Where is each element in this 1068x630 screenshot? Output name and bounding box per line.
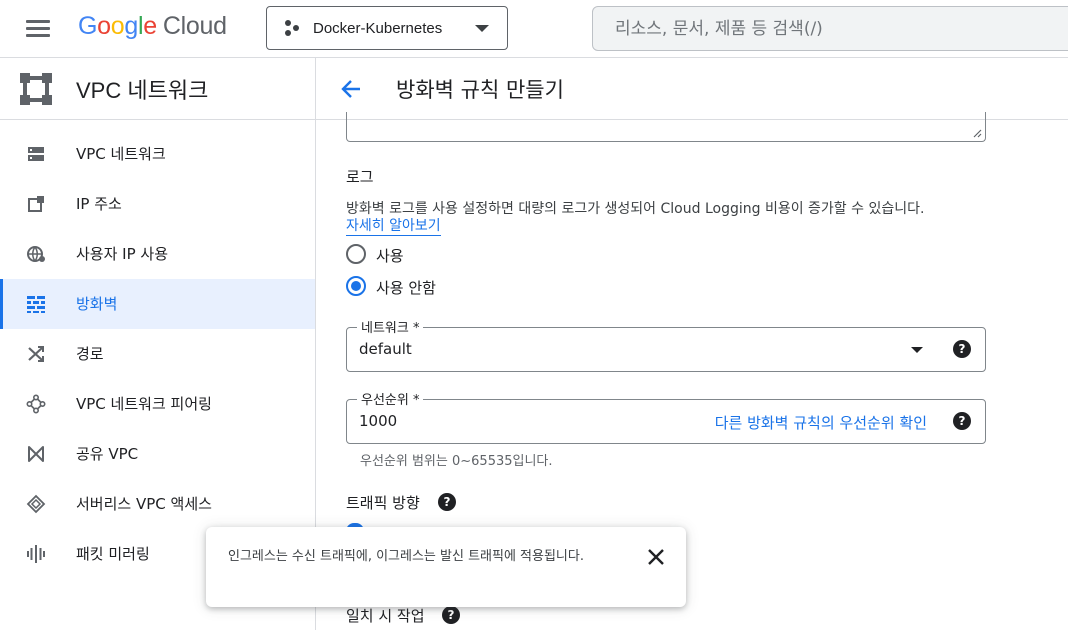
close-icon[interactable] [646, 547, 666, 567]
network-select[interactable]: 네트워크 * default ? [346, 317, 986, 372]
firewall-icon [27, 296, 45, 313]
sidebar-nav: VPC 네트워크 IP 주소 사용자 IP 사용 방화벽 경로 VPC 네트워크… [0, 120, 315, 579]
sidebar-item-vpc-network[interactable]: VPC 네트워크 [0, 129, 315, 179]
logs-on-radio[interactable] [346, 244, 366, 264]
page-title: 방화벽 규칙 만들기 [396, 78, 564, 102]
resize-grip-icon[interactable] [972, 128, 982, 138]
network-label: 네트워크 * [357, 317, 424, 336]
logo-letter: G [78, 12, 98, 40]
priority-label: 우선순위 * [357, 389, 424, 408]
project-name: Docker-Kubernetes [313, 19, 443, 37]
dropdown-arrow-icon [911, 347, 923, 353]
help-icon[interactable]: ? [953, 340, 971, 358]
sidebar-item-label: 패킷 미러링 [76, 545, 150, 563]
globe-icon [27, 246, 45, 262]
sidebar-item-label: 사용자 IP 사용 [76, 245, 169, 263]
help-icon[interactable]: ? [953, 412, 971, 430]
sidebar-item-label: 경로 [76, 345, 104, 363]
tooltip-message: 인그레스는 수신 트래픽에, 이그레스는 발신 트래픽에 적용됩니다. [228, 549, 584, 564]
logs-off-radio[interactable] [346, 276, 366, 296]
sidebar-item-label: VPC 네트워크 [76, 145, 166, 163]
learn-more-link[interactable]: 자세히 알아보기 [346, 218, 441, 236]
project-selector[interactable]: Docker-Kubernetes [266, 6, 508, 50]
packet-mirroring-icon [27, 545, 45, 563]
page-header: 방화벽 규칙 만들기 [316, 58, 1068, 120]
sidebar-item-label: IP 주소 [76, 195, 122, 213]
logo-suffix: Cloud [162, 12, 227, 40]
logs-description: 방화벽 로그를 사용 설정하면 대량의 로그가 생성되어 Cloud Loggi… [346, 201, 925, 217]
sidebar-header: VPC 네트워크 [0, 58, 315, 120]
logs-off-label: 사용 안함 [376, 279, 436, 297]
back-arrow-icon[interactable] [340, 78, 362, 100]
serverless-icon [26, 494, 46, 514]
project-icon [283, 18, 303, 38]
search-bar[interactable] [592, 6, 1068, 51]
tooltip-popup: 인그레스는 수신 트래픽에, 이그레스는 발신 트래픽에 적용됩니다. [206, 527, 686, 607]
menu-icon[interactable] [26, 18, 50, 38]
vpc-network-icon [28, 147, 44, 161]
sidebar-item-serverless-vpc-access[interactable]: 서버리스 VPC 액세스 [0, 479, 315, 529]
logo-letter: g [124, 12, 138, 40]
help-icon[interactable]: ? [442, 606, 460, 624]
routes-icon [28, 346, 44, 362]
search-input[interactable] [593, 7, 1068, 50]
chevron-down-icon [475, 25, 489, 32]
priority-field[interactable]: 우선순위 * 1000 다른 방화벽 규칙의 우선순위 확인 ? [346, 389, 986, 444]
sidebar-item-shared-vpc[interactable]: 공유 VPC [0, 429, 315, 479]
traffic-direction-heading: 트래픽 방향 [346, 494, 420, 512]
logo-letter: e [143, 12, 157, 40]
logo-letter: o [110, 12, 125, 40]
logo-letter: o [97, 12, 111, 40]
priority-value: 1000 [359, 412, 398, 430]
logs-on-label: 사용 [376, 247, 404, 265]
sidebar-item-label: 방화벽 [76, 295, 118, 313]
sidebar-item-label: 서버리스 VPC 액세스 [76, 495, 212, 513]
sidebar-item-routes[interactable]: 경로 [0, 329, 315, 379]
check-priority-link[interactable]: 다른 방화벽 규칙의 우선순위 확인 [715, 412, 927, 433]
top-bar: Google Cloud Docker-Kubernetes [0, 0, 1068, 58]
action-on-match-heading: 일치 시 작업 [346, 607, 425, 625]
sidebar-title: VPC 네트워크 [76, 77, 209, 103]
description-textarea[interactable] [346, 112, 986, 142]
help-icon[interactable]: ? [438, 493, 456, 511]
sidebar-item-ip-address[interactable]: IP 주소 [0, 179, 315, 229]
sidebar-item-label: VPC 네트워크 피어링 [76, 395, 212, 413]
sidebar-item-label: 공유 VPC [76, 445, 139, 463]
google-cloud-logo[interactable]: Google Cloud [78, 12, 227, 41]
vpc-product-icon [20, 72, 52, 105]
network-value: default [359, 340, 412, 358]
logs-heading: 로그 [346, 168, 374, 186]
shared-vpc-icon [28, 446, 44, 462]
ip-address-icon [28, 196, 44, 212]
sidebar-item-user-ip[interactable]: 사용자 IP 사용 [0, 229, 315, 279]
sidebar-item-peering[interactable]: VPC 네트워크 피어링 [0, 379, 315, 429]
sidebar-item-firewall[interactable]: 방화벽 [0, 279, 315, 329]
priority-hint: 우선순위 범위는 0~65535입니다. [360, 454, 553, 469]
peering-icon [26, 394, 46, 414]
